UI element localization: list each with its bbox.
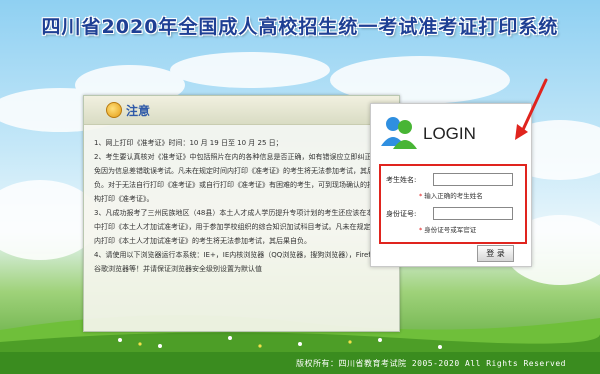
name-input[interactable] <box>433 173 513 186</box>
login-header: LOGIN <box>371 104 531 162</box>
name-label: 考生姓名: <box>386 176 417 184</box>
notice-panel: 注意 1、网上打印《准考证》时间：10 月 19 日至 10 月 25 日； 2… <box>83 95 400 332</box>
name-hint: * 输入正确的考生姓名 <box>419 190 483 200</box>
notice-heading: 注意 <box>126 104 151 118</box>
id-hint-text: 身份证号或军官证 <box>424 226 477 234</box>
login-panel: LOGIN 考生姓名: * 输入正确的考生姓名 身份证号: * 身份证号或军官证 登… <box>370 103 532 267</box>
info-icon <box>106 102 122 118</box>
users-icon <box>381 117 417 149</box>
notice-header: 注意 <box>84 96 399 125</box>
id-label: 身份证号: <box>386 210 417 218</box>
notice-item: 3、凡成功报考了三州民族地区（48县）本土人才成人学历提升专项计划的考生还应该在… <box>94 209 388 245</box>
login-title: LOGIN <box>423 124 476 143</box>
id-input[interactable] <box>433 207 513 220</box>
name-hint-text: 输入正确的考生姓名 <box>424 192 483 200</box>
page-title: 四川省2020年全国成人高校招生统一考试准考证打印系统 <box>41 16 559 38</box>
copyright-text: 版权所有：四川省教育考试院 2005-2020 All Rights Reser… <box>296 359 566 368</box>
required-mark: * <box>419 192 423 200</box>
red-arrow-annotation <box>515 78 548 140</box>
notice-item: 1、网上打印《准考证》时间：10 月 19 日至 10 月 25 日； <box>94 139 283 147</box>
footer-bar: 版权所有：四川省教育考试院 2005-2020 All Rights Reser… <box>0 352 600 374</box>
login-button[interactable]: 登 录 <box>477 245 514 262</box>
required-mark: * <box>419 226 423 234</box>
notice-body: 1、网上打印《准考证》时间：10 月 19 日至 10 月 25 日； 2、考生… <box>94 136 390 276</box>
notice-item: 4、请使用以下浏览器运行本系统：IE+，IE内核浏览器（QQ浏览器，搜狗浏览器）… <box>94 251 386 273</box>
id-hint: * 身份证号或军官证 <box>419 224 476 234</box>
notice-item: 2、考生要认真核对《准考证》中包括照片在内的各种信息是否正确，如有错误应立即纠正… <box>94 153 388 203</box>
login-form: 考生姓名: * 输入正确的考生姓名 身份证号: * 身份证号或军官证 <box>379 164 527 244</box>
